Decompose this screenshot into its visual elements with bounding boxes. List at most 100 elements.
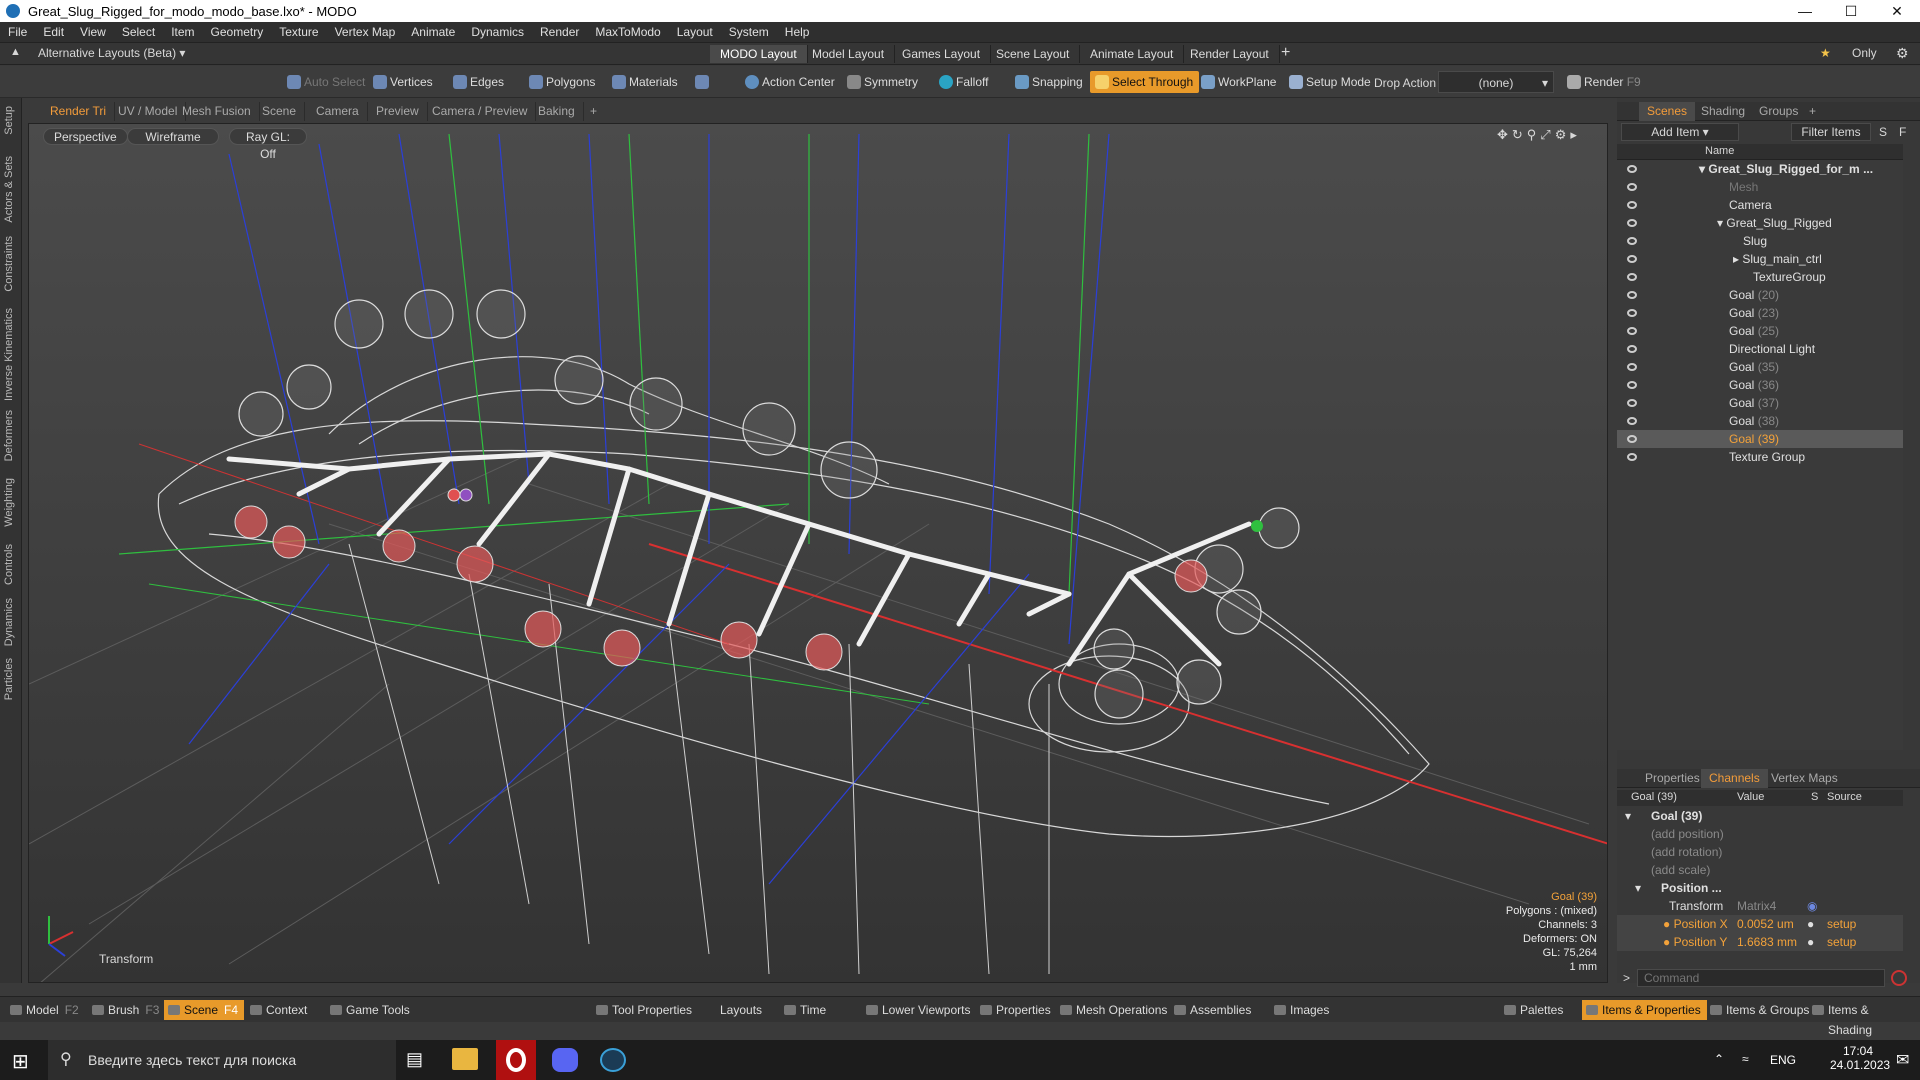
- tree-row[interactable]: Mesh: [1617, 178, 1903, 196]
- taskbar-search[interactable]: ⚲ Введите здесь текст для поиска: [48, 1040, 396, 1080]
- menu-select[interactable]: Select: [114, 25, 163, 39]
- eye-icon[interactable]: [1627, 327, 1637, 335]
- tree-row[interactable]: Goal (38): [1617, 412, 1903, 430]
- add-layout-button[interactable]: +: [1281, 44, 1290, 62]
- materials-button[interactable]: Materials: [607, 71, 684, 93]
- context-button[interactable]: Context: [246, 1000, 313, 1020]
- layout-arrow-icon[interactable]: ▲: [10, 46, 21, 58]
- tree-row[interactable]: Texture Group: [1617, 448, 1903, 466]
- auto-select-button[interactable]: Auto Select: [282, 71, 371, 93]
- assemblies-button[interactable]: Assemblies: [1170, 1000, 1257, 1020]
- menu-maxtomodo[interactable]: MaxToModo: [587, 25, 668, 39]
- tab-vertex-maps[interactable]: Vertex Maps: [1763, 769, 1846, 788]
- menu-help[interactable]: Help: [777, 25, 818, 39]
- channel-add-scale[interactable]: (add scale): [1617, 861, 1903, 879]
- tab-modo-layout[interactable]: MODO Layout: [710, 45, 808, 63]
- tree-row[interactable]: Slug: [1617, 232, 1903, 250]
- workplane-button[interactable]: WorkPlane: [1196, 71, 1282, 93]
- menu-geometry[interactable]: Geometry: [203, 25, 272, 39]
- eye-icon[interactable]: [1627, 273, 1637, 281]
- polygons-button[interactable]: Polygons: [524, 71, 601, 93]
- vertices-button[interactable]: Vertices: [368, 71, 439, 93]
- menu-edit[interactable]: Edit: [35, 25, 72, 39]
- add-tab-button[interactable]: +: [582, 102, 605, 121]
- eye-icon[interactable]: [1627, 381, 1637, 389]
- tab-scene[interactable]: Scene: [254, 102, 306, 121]
- tab-camera-preview[interactable]: Camera / Preview: [424, 102, 537, 121]
- tab-baking[interactable]: Baking: [530, 102, 584, 121]
- eye-icon[interactable]: [1627, 237, 1637, 245]
- game-tools-button[interactable]: Game Tools: [326, 1000, 416, 1020]
- menu-render[interactable]: Render: [532, 25, 587, 39]
- lower-viewports-button[interactable]: Lower Viewports: [862, 1000, 977, 1020]
- discord-icon[interactable]: [552, 1048, 578, 1072]
- filter-items-button[interactable]: Filter Items: [1791, 123, 1871, 141]
- tab-render-tri[interactable]: Render Tri: [42, 102, 116, 121]
- rail-setup[interactable]: Setup: [3, 106, 15, 135]
- items-groups-button[interactable]: Items & Groups: [1706, 1000, 1815, 1020]
- symmetry-button[interactable]: Symmetry: [842, 71, 924, 93]
- shading-mode-button[interactable]: Wireframe: [127, 128, 219, 145]
- tree-row[interactable]: Goal (20): [1617, 286, 1903, 304]
- tree-row[interactable]: Goal (36): [1617, 376, 1903, 394]
- gear-icon[interactable]: ⚙: [1896, 45, 1909, 62]
- menu-dynamics[interactable]: Dynamics: [463, 25, 532, 39]
- properties-button[interactable]: Properties: [976, 1000, 1057, 1020]
- rail-controls[interactable]: Controls: [3, 544, 15, 585]
- viewport-nav-icons[interactable]: ✥↻⚲⤢⚙▸: [1497, 127, 1581, 143]
- tab-scene-layout[interactable]: Scene Layout: [986, 45, 1081, 63]
- network-icon[interactable]: ≈: [1742, 1052, 1749, 1066]
- menu-file[interactable]: File: [0, 25, 35, 39]
- selected-goal-marker[interactable]: [1251, 520, 1263, 532]
- tree-row[interactable]: ▾ Great_Slug_Rigged_for_m ...: [1617, 160, 1903, 178]
- file-explorer-icon[interactable]: [452, 1048, 478, 1070]
- channel-position-x[interactable]: ● Position X 0.0052 um ● setup: [1617, 915, 1903, 933]
- minimize-icon[interactable]: —: [1782, 0, 1828, 22]
- eye-icon[interactable]: [1627, 201, 1637, 209]
- maximize-icon[interactable]: ☐: [1828, 0, 1874, 22]
- tree-row[interactable]: Goal (23): [1617, 304, 1903, 322]
- eye-icon[interactable]: [1627, 309, 1637, 317]
- menu-vertex-map[interactable]: Vertex Map: [327, 25, 404, 39]
- menu-system[interactable]: System: [721, 25, 777, 39]
- add-item-button[interactable]: Add Item ▾: [1621, 123, 1739, 141]
- only-button[interactable]: Only: [1852, 46, 1877, 60]
- rail-deformers[interactable]: Deformers: [3, 410, 15, 461]
- link-icon[interactable]: ◉: [1807, 897, 1817, 915]
- notifications-icon[interactable]: ✉: [1896, 1050, 1909, 1070]
- close-icon[interactable]: ✕: [1874, 0, 1920, 22]
- tab-properties[interactable]: Properties: [1637, 769, 1708, 788]
- menu-texture[interactable]: Texture: [271, 25, 326, 39]
- tab-shading[interactable]: Shading: [1693, 102, 1753, 121]
- model-button[interactable]: Model F2: [6, 1000, 85, 1020]
- palettes-button[interactable]: Palettes: [1500, 1000, 1569, 1020]
- scene-button[interactable]: Scene F4: [164, 1000, 245, 1020]
- modo-taskbar-icon[interactable]: [600, 1048, 626, 1072]
- tree-row-selected[interactable]: Goal (39): [1617, 430, 1903, 448]
- items-shading-button[interactable]: Items & Shading: [1808, 1000, 1920, 1037]
- render-button[interactable]: Render F9: [1562, 71, 1647, 93]
- tree-row[interactable]: TextureGroup: [1617, 268, 1903, 286]
- snapping-button[interactable]: Snapping: [1010, 71, 1089, 93]
- record-icon[interactable]: [1891, 970, 1907, 986]
- select-through-button[interactable]: Select Through: [1090, 71, 1200, 93]
- falloff-button[interactable]: Falloff: [934, 71, 994, 93]
- eye-icon[interactable]: [1627, 435, 1637, 443]
- tab-camera[interactable]: Camera: [308, 102, 368, 121]
- channel-add-position[interactable]: (add position): [1617, 825, 1903, 843]
- time-button[interactable]: Time: [780, 1000, 832, 1020]
- tool-properties-button[interactable]: Tool Properties: [592, 1000, 698, 1020]
- channel-transform[interactable]: Transform Matrix4 ◉: [1617, 897, 1903, 915]
- eye-icon[interactable]: [1627, 219, 1637, 227]
- rail-dynamics[interactable]: Dynamics: [3, 598, 15, 646]
- add-panel-tab[interactable]: +: [1801, 102, 1824, 121]
- tree-row[interactable]: Goal (25): [1617, 322, 1903, 340]
- opera-icon[interactable]: [496, 1040, 536, 1080]
- edges-button[interactable]: Edges: [448, 71, 510, 93]
- tab-animate-layout[interactable]: Animate Layout: [1080, 45, 1185, 63]
- channel-position-y[interactable]: ● Position Y 1.6683 mm ● setup: [1617, 933, 1903, 951]
- rail-particles[interactable]: Particles: [3, 658, 15, 700]
- layout-dropdown[interactable]: Alternative Layouts (Beta) ▾: [38, 46, 185, 60]
- clock[interactable]: 17:04 24.01.2023: [1830, 1044, 1890, 1072]
- menu-animate[interactable]: Animate: [403, 25, 463, 39]
